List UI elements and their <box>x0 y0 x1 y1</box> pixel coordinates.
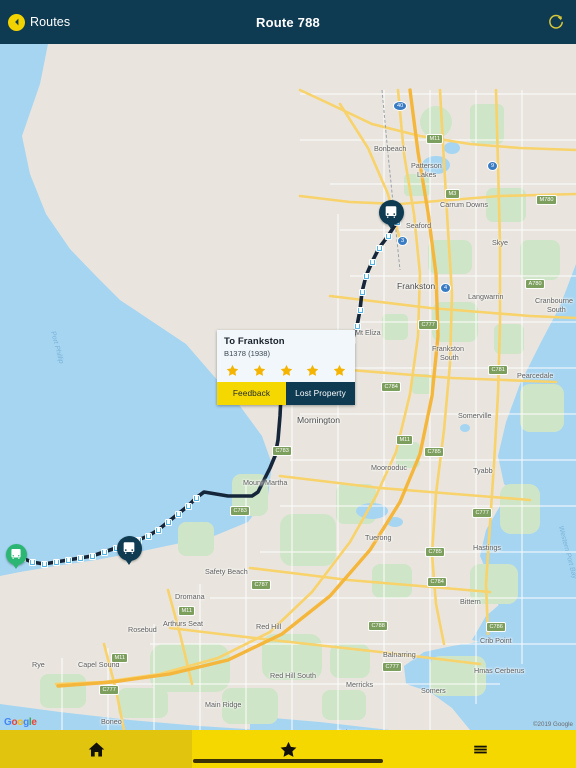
vehicle-marker-rosebud[interactable] <box>116 535 142 565</box>
tab-menu[interactable] <box>384 730 576 768</box>
callout-title: To Frankston <box>224 336 285 347</box>
bus-stop-marker[interactable] <box>164 518 172 526</box>
bus-stop-marker[interactable] <box>28 558 36 566</box>
bottom-tab-bar <box>0 730 576 768</box>
lost-property-button[interactable]: Lost Property <box>286 382 355 405</box>
bus-stop-marker[interactable] <box>100 548 108 556</box>
marker-pin-tail <box>387 222 395 229</box>
marker-pin-tail <box>12 562 20 569</box>
bus-icon <box>11 549 21 559</box>
page-title: Route 788 <box>256 14 320 30</box>
bus-stop-marker[interactable] <box>358 288 366 296</box>
tab-home[interactable] <box>0 730 192 768</box>
feedback-button[interactable]: Feedback <box>217 382 286 405</box>
bus-stop-marker[interactable] <box>375 244 383 252</box>
bus-stop-marker[interactable] <box>174 510 182 518</box>
back-button[interactable]: Routes <box>0 13 71 31</box>
app-header: Routes Route 788 <box>0 0 576 44</box>
bus-icon <box>123 542 135 554</box>
bus-stop-marker[interactable] <box>154 526 162 534</box>
hamburger-menu-icon <box>473 745 487 753</box>
marker-pin-tail <box>125 558 133 565</box>
bus-stop-marker[interactable] <box>192 494 200 502</box>
vehicle-info-callout[interactable]: To Frankston B1378 (1938) Feedback Lost … <box>217 330 355 405</box>
bus-stop-marker[interactable] <box>40 560 48 568</box>
bus-stop-marker[interactable] <box>353 322 361 330</box>
bus-stop-marker[interactable] <box>88 552 96 560</box>
bus-stop-marker[interactable] <box>144 532 152 540</box>
app-root: Routes Route 788 Bonbeach Patterson Lake… <box>0 0 576 768</box>
vehicle-marker-frankston[interactable] <box>378 199 404 229</box>
callout-header: To Frankston B1378 (1938) <box>217 330 355 362</box>
bus-stop-marker[interactable] <box>184 502 192 510</box>
home-indicator <box>193 759 383 763</box>
bus-stop-marker[interactable] <box>356 306 364 314</box>
callout-subtitle: B1378 (1938) <box>224 349 271 358</box>
rating-star-2[interactable] <box>253 364 266 377</box>
bus-stop-marker[interactable] <box>368 258 376 266</box>
bus-stop-marker[interactable] <box>64 556 72 564</box>
rating-star-1[interactable] <box>226 364 239 377</box>
back-button-label: Routes <box>30 15 71 29</box>
callout-actions: Feedback Lost Property <box>217 382 355 405</box>
rating-star-4[interactable] <box>306 364 319 377</box>
home-icon <box>88 741 104 757</box>
refresh-icon[interactable] <box>546 12 566 32</box>
star-icon <box>280 741 296 757</box>
bus-stop-marker[interactable] <box>384 232 392 240</box>
rating-star-5[interactable] <box>333 364 346 377</box>
rating-star-3[interactable] <box>280 364 293 377</box>
bus-icon <box>385 206 397 218</box>
bus-stop-marker[interactable] <box>362 272 370 280</box>
bus-stop-marker[interactable] <box>76 554 84 562</box>
chevron-left-circle-icon <box>8 13 25 31</box>
rating-stars[interactable] <box>217 362 355 382</box>
terminus-marker-portsea[interactable] <box>5 543 27 569</box>
bus-stop-marker[interactable] <box>52 558 60 566</box>
map-canvas[interactable]: Bonbeach Patterson Lakes Carrum Downs Seafor… <box>0 44 576 730</box>
